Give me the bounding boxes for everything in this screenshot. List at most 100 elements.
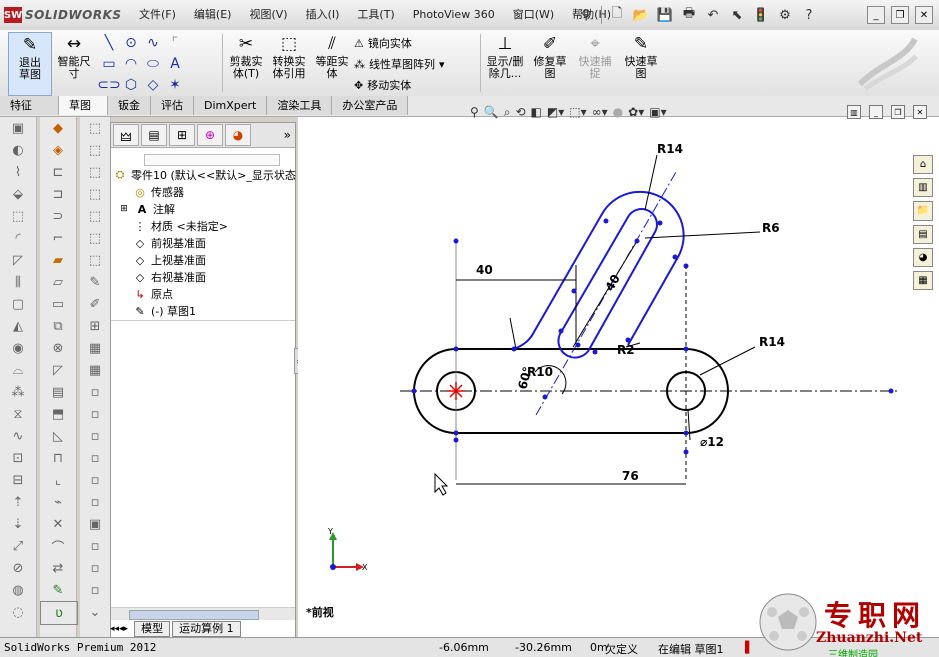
tool-hole-icon[interactable]: ◉ <box>0 337 36 359</box>
dim-r6[interactable]: R6 <box>762 221 780 235</box>
view-settings-icon[interactable]: ▣▾ <box>649 105 666 119</box>
tool-chevron-icon[interactable]: ⌄ <box>80 601 110 623</box>
slot-icon[interactable]: ⊂⊃ <box>97 74 120 95</box>
tool-loft-icon[interactable]: ⬙ <box>0 183 36 205</box>
tool-smart-dim-icon[interactable]: ✎ <box>40 579 76 601</box>
tab-sketch[interactable]: 草图 <box>59 96 108 115</box>
tool-fold-icon[interactable]: ▱ <box>40 271 76 293</box>
print-icon[interactable]: 🖶 <box>678 5 700 25</box>
configuration-manager-icon[interactable]: ⊞ <box>169 124 195 146</box>
tab-evaluate[interactable]: 评估 <box>151 96 194 115</box>
tool-forming-icon[interactable]: ⬒ <box>40 403 76 425</box>
tool-unfold-icon[interactable]: ▰ <box>40 249 76 271</box>
origin-marker[interactable] <box>447 382 465 400</box>
tab-render-tools[interactable]: 渲染工具 <box>267 96 333 115</box>
tool-layer2-icon[interactable]: ▦ <box>80 359 110 381</box>
tool-convert-icon[interactable]: ⇄ <box>40 557 76 579</box>
tool-faint6-icon[interactable]: ▫ <box>80 491 110 513</box>
tool-tab-icon[interactable]: ⊓ <box>40 447 76 469</box>
solidworks-resources-icon[interactable]: ⌂ <box>913 155 933 175</box>
tool-revolve-icon[interactable]: ◐ <box>0 139 36 161</box>
tool-edge-flange-icon[interactable]: ⊏ <box>40 161 76 183</box>
tool-flatten-icon[interactable]: ▭ <box>40 293 76 315</box>
display-delete-relations-button[interactable]: ⊥ 显示/删除几... <box>484 32 526 94</box>
repair-sketch-button[interactable]: ✐ 修复草图 <box>530 32 570 94</box>
tree-item-sketch1[interactable]: ✎ (-) 草图1 <box>133 303 196 319</box>
tool-box3-icon[interactable]: ⬚ <box>80 161 110 183</box>
property-manager-icon[interactable]: ▤ <box>141 124 167 146</box>
tool-welded-corner-icon[interactable]: ⌞ <box>40 469 76 491</box>
tool-sketch-yellow-icon[interactable]: ✎ <box>80 271 110 293</box>
tool-box7-icon[interactable]: ⬚ <box>80 249 110 271</box>
tool-gusset-icon[interactable]: ◺ <box>40 425 76 447</box>
rebuild-indicator-icon[interactable]: ▌ <box>745 641 753 654</box>
previous-view-icon[interactable]: ⟲ <box>515 105 525 119</box>
leader-r14-right[interactable] <box>699 346 756 376</box>
file-explorer-icon[interactable]: 📁 <box>913 201 933 221</box>
tab-office-products[interactable]: 办公室产品 <box>332 96 409 115</box>
tool-fillet-icon[interactable]: ◜ <box>0 227 36 249</box>
tool-wrap-icon[interactable]: ⊡ <box>0 447 36 469</box>
tool-cut-icon[interactable]: ⬚ <box>0 205 36 227</box>
arc-icon[interactable]: ◠ <box>120 53 142 74</box>
restore-icon[interactable]: ❐ <box>891 6 909 24</box>
slot-outer-profile[interactable] <box>513 190 685 350</box>
tool-sweep-icon[interactable]: ⌇ <box>0 161 36 183</box>
sketch-canvas[interactable]: R14 R6 40 40 R2 R14 R10 60° ⌀12 76 Y X <box>298 117 939 637</box>
minimize-icon[interactable]: _ <box>867 6 885 24</box>
tree-item-right-plane[interactable]: ◇ 右视基准面 <box>133 269 206 285</box>
tool-chamfer-icon[interactable]: ◸ <box>0 249 36 271</box>
tool-relations-green-icon[interactable]: ⊞ <box>80 315 110 337</box>
tool-faint1-icon[interactable]: ▫ <box>80 381 110 403</box>
rapid-sketch-button[interactable]: ✎ 快速草图 <box>620 32 662 94</box>
tool-box2-icon[interactable]: ⬚ <box>80 139 110 161</box>
select-arrow-icon[interactable]: ⬉ <box>726 5 748 25</box>
viewport-close-icon[interactable]: ✕ <box>913 105 927 119</box>
pin-icon[interactable]: ⚲ <box>575 5 597 25</box>
tab-sheet-metal[interactable]: 钣金 <box>108 96 151 115</box>
sketch-fillet-icon[interactable]: ⌜ <box>164 32 186 53</box>
tool-faint2-icon[interactable]: ▫ <box>80 403 110 425</box>
tree-item-top-plane[interactable]: ◇ 上视基准面 <box>133 252 206 268</box>
tool-cross-break-icon[interactable]: ✕ <box>40 513 76 535</box>
menu-insert[interactable]: 插入(I) <box>297 0 349 30</box>
zoom-to-fit-icon[interactable]: 🔍 <box>484 105 499 119</box>
mirror-entities-button[interactable]: ⚠ 镜向实体 <box>354 33 412 53</box>
tool-move-down-icon[interactable]: ⇣ <box>0 513 36 535</box>
view-palette-icon[interactable]: ▤ <box>913 224 933 244</box>
menu-tools[interactable]: 工具(T) <box>348 0 403 30</box>
polygon-icon[interactable]: ⬡ <box>120 74 142 95</box>
tree-item-sensors[interactable]: ◎ 传感器 <box>133 184 184 200</box>
tool-extrude-icon[interactable]: ▣ <box>0 117 36 139</box>
tool-freeform-icon[interactable]: ◌ <box>0 601 36 623</box>
appearances-icon[interactable]: ◕ <box>913 247 933 267</box>
tree-item-annotations[interactable]: ⊞ A 注解 <box>117 201 175 217</box>
tool-faint5-icon[interactable]: ▫ <box>80 469 110 491</box>
tool-spline-green-icon[interactable]: ʋ <box>40 601 78 625</box>
tool-base-flange-icon[interactable]: ◈ <box>40 139 76 161</box>
tool-box-icon[interactable]: ⬚ <box>80 117 110 139</box>
tool-dome-icon[interactable]: ⌓ <box>0 359 36 381</box>
dropdown-icon[interactable]: ▾ <box>439 58 445 71</box>
leader-r6[interactable] <box>644 231 761 239</box>
tool-box6-icon[interactable]: ⬚ <box>80 227 110 249</box>
feature-tree-icon[interactable]: 🜲 <box>113 124 139 146</box>
tool-faint4-icon[interactable]: ▫ <box>80 447 110 469</box>
dim-r2[interactable]: R2 <box>617 343 635 357</box>
menu-view[interactable]: 视图(V) <box>240 0 296 30</box>
tree-filter-bar[interactable] <box>144 154 280 166</box>
menu-file[interactable]: 文件(F) <box>130 0 185 30</box>
dim-r14-top[interactable]: R14 <box>657 142 683 156</box>
apply-scene-icon[interactable]: ✿▾ <box>628 105 644 119</box>
tool-faint8-icon[interactable]: ▫ <box>80 557 110 579</box>
tool-box4-icon[interactable]: ⬚ <box>80 183 110 205</box>
save-icon[interactable]: 💾 <box>654 5 676 25</box>
leader-r14-top[interactable] <box>644 154 658 211</box>
options-gear-icon[interactable]: ⚙ <box>774 5 796 25</box>
rectangle-icon[interactable]: ▭ <box>98 53 120 74</box>
display-manager-icon[interactable]: ◕ <box>225 124 251 146</box>
viewport-minimize-icon[interactable]: _ <box>869 105 883 119</box>
tool-vent-icon[interactable]: ▤ <box>40 381 76 403</box>
tool-move-up-icon[interactable]: ⇡ <box>0 491 36 513</box>
tree-horizontal-scrollbar[interactable] <box>111 607 295 620</box>
